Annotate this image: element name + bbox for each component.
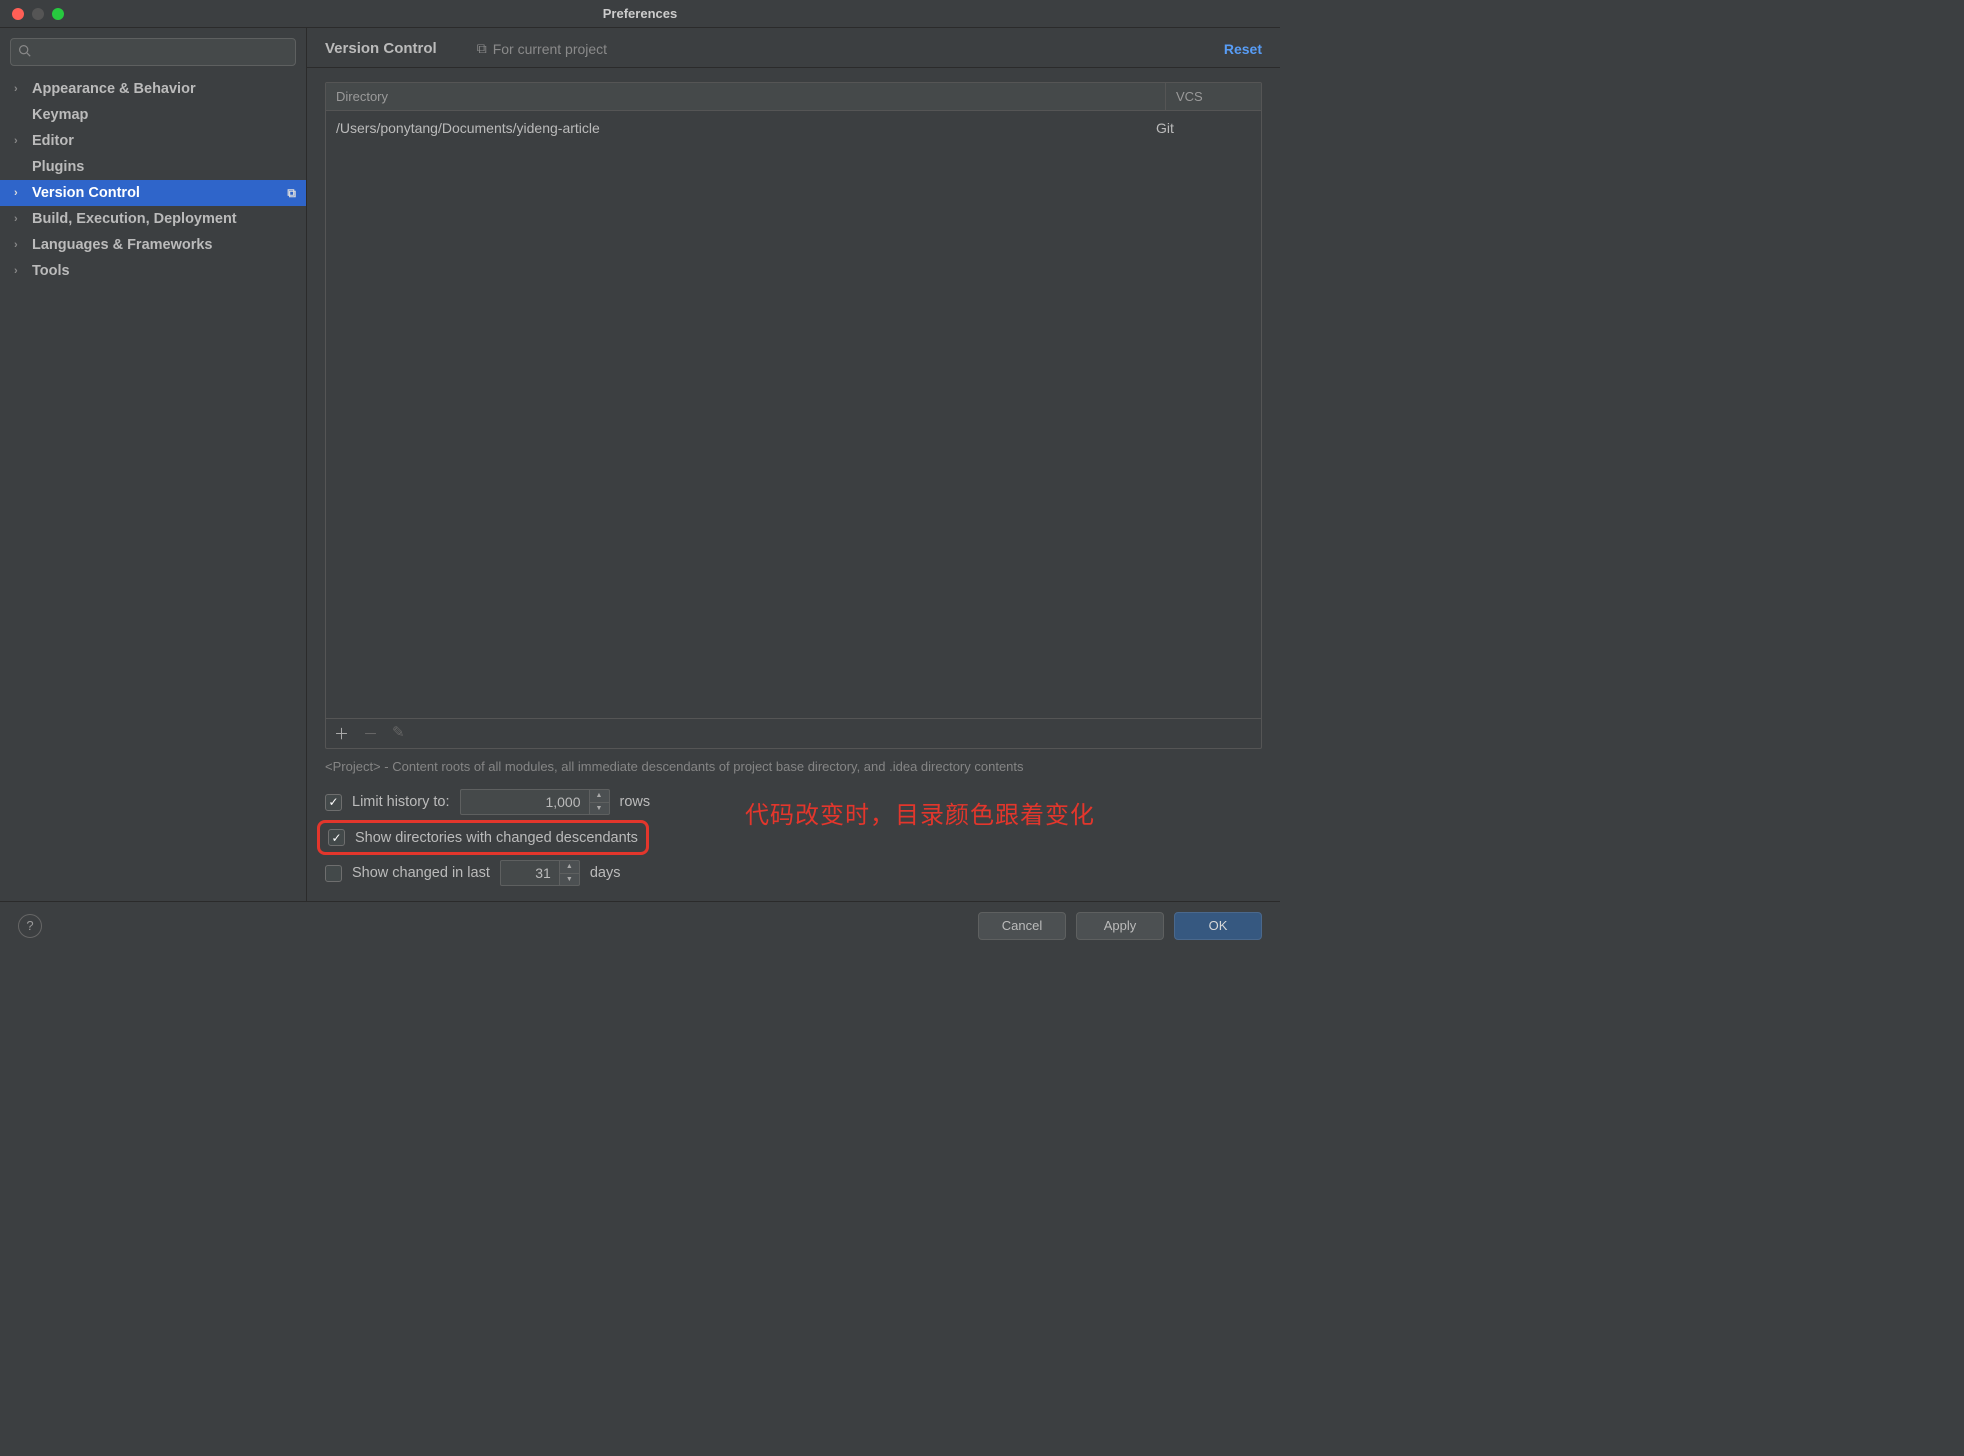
maximize-window-button[interactable] (52, 8, 64, 20)
limit-history-stepper[interactable]: ▲▼ (460, 789, 610, 815)
search-icon (18, 44, 31, 60)
sidebar-item-label: Keymap (32, 107, 88, 123)
sidebar-item-version-control[interactable]: ›Version Control ⧉ (0, 180, 306, 206)
footer: ? Cancel Apply OK (0, 901, 1280, 949)
show-changed-field[interactable] (500, 860, 560, 886)
show-dirs-label: Show directories with changed descendant… (355, 830, 638, 846)
help-button[interactable]: ? (18, 914, 42, 938)
limit-history-field[interactable] (460, 789, 590, 815)
apply-button[interactable]: Apply (1076, 912, 1164, 940)
cell-vcs: Git (1156, 120, 1251, 136)
sidebar-item-label: Tools (32, 263, 70, 279)
table-header: Directory VCS (326, 83, 1261, 111)
column-header-directory[interactable]: Directory (326, 83, 1166, 110)
annotation-text: 代码改变时，目录颜色跟着变化 (745, 795, 1095, 830)
limit-history-suffix: rows (620, 794, 651, 810)
show-dirs-option: ✓ Show directories with changed descenda… (317, 820, 649, 855)
table-row[interactable]: /Users/ponytang/Documents/yideng-article… (326, 111, 1261, 145)
content-header: Version Control ⧉ For current project Re… (307, 28, 1280, 68)
chevron-right-icon: › (14, 135, 32, 147)
show-dirs-checkbox[interactable]: ✓ (328, 829, 345, 846)
sidebar-item-plugins[interactable]: Plugins (0, 154, 306, 180)
sidebar-item-label: Plugins (32, 159, 84, 175)
sidebar-item-tools[interactable]: ›Tools (0, 258, 306, 284)
content-pane: Version Control ⧉ For current project Re… (307, 28, 1280, 901)
reset-link[interactable]: Reset (1224, 41, 1262, 57)
show-changed-stepper[interactable]: ▲▼ (500, 860, 580, 886)
cancel-button[interactable]: Cancel (978, 912, 1066, 940)
window-controls (0, 8, 64, 20)
chevron-right-icon: › (14, 83, 32, 95)
hint-text: <Project> - Content roots of all modules… (307, 749, 1280, 780)
sidebar-item-build[interactable]: ›Build, Execution, Deployment (0, 206, 306, 232)
show-changed-checkbox[interactable] (325, 865, 342, 882)
column-header-vcs[interactable]: VCS (1166, 83, 1261, 110)
sidebar-item-label: Version Control (32, 185, 140, 201)
scope-label: ⧉ For current project (477, 40, 607, 57)
sidebar-item-keymap[interactable]: Keymap (0, 102, 306, 128)
remove-button[interactable]: － (363, 723, 378, 744)
sidebar-item-languages[interactable]: ›Languages & Frameworks (0, 232, 306, 258)
edit-button[interactable]: ✎ (392, 723, 405, 744)
copy-icon: ⧉ (477, 40, 487, 57)
stepper-down-icon[interactable]: ▼ (590, 803, 609, 815)
cell-directory: /Users/ponytang/Documents/yideng-article (336, 120, 1156, 136)
show-changed-label: Show changed in last (352, 865, 490, 881)
stepper-down-icon[interactable]: ▼ (560, 874, 579, 886)
titlebar: Preferences (0, 0, 1280, 28)
sidebar: ›Appearance & Behavior Keymap ›Editor Pl… (0, 28, 307, 901)
close-window-button[interactable] (12, 8, 24, 20)
limit-history-label: Limit history to: (352, 794, 450, 810)
stepper-up-icon[interactable]: ▲ (590, 790, 609, 803)
chevron-right-icon: › (14, 265, 32, 277)
show-changed-option: Show changed in last ▲▼ days (325, 855, 1262, 891)
vcs-mappings-table: Directory VCS /Users/ponytang/Documents/… (325, 82, 1262, 749)
page-title: Version Control (325, 40, 437, 57)
ok-button[interactable]: OK (1174, 912, 1262, 940)
minimize-window-button[interactable] (32, 8, 44, 20)
chevron-right-icon: › (14, 213, 32, 225)
sidebar-item-label: Languages & Frameworks (32, 237, 213, 253)
window-title: Preferences (603, 6, 677, 21)
table-body: /Users/ponytang/Documents/yideng-article… (326, 111, 1261, 718)
sidebar-item-appearance[interactable]: ›Appearance & Behavior (0, 76, 306, 102)
copy-icon: ⧉ (287, 186, 296, 201)
table-toolbar: ＋ － ✎ (326, 718, 1261, 748)
chevron-right-icon: › (14, 239, 32, 251)
sidebar-item-label: Build, Execution, Deployment (32, 211, 237, 227)
chevron-right-icon: › (14, 187, 32, 199)
sidebar-item-editor[interactable]: ›Editor (0, 128, 306, 154)
limit-history-checkbox[interactable]: ✓ (325, 794, 342, 811)
show-changed-suffix: days (590, 865, 621, 881)
stepper-up-icon[interactable]: ▲ (560, 861, 579, 874)
sidebar-item-label: Editor (32, 133, 74, 149)
settings-tree: ›Appearance & Behavior Keymap ›Editor Pl… (0, 72, 306, 288)
sidebar-item-label: Appearance & Behavior (32, 81, 196, 97)
add-button[interactable]: ＋ (334, 723, 349, 744)
search-input[interactable] (10, 38, 296, 66)
